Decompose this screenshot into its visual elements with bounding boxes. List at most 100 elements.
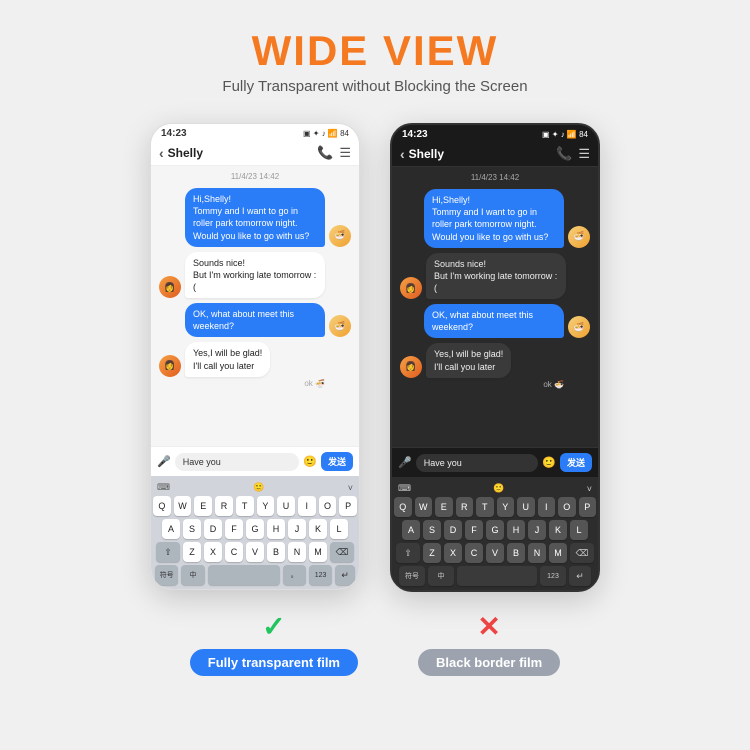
label-transparent: ✓ Fully transparent film: [190, 610, 358, 676]
key-rw[interactable]: W: [415, 497, 433, 517]
key-rb[interactable]: B: [507, 543, 525, 563]
key-rd[interactable]: D: [444, 520, 462, 540]
key-g[interactable]: G: [246, 519, 264, 539]
key-rdelete[interactable]: ⌫: [570, 543, 594, 563]
key-cn[interactable]: 中: [181, 565, 204, 585]
input-field-left[interactable]: Have you: [175, 453, 300, 471]
key-rspace[interactable]: [457, 566, 537, 586]
back-arrow-left[interactable]: ‹: [159, 145, 164, 161]
kb-icon-3[interactable]: ˅: [348, 483, 353, 493]
header-section: WIDE VIEW Fully Transparent without Bloc…: [222, 28, 527, 95]
input-bar-left: 🎤 Have you 🙂 发送: [151, 446, 359, 476]
key-f[interactable]: F: [225, 519, 243, 539]
key-rz[interactable]: Z: [423, 543, 441, 563]
key-m[interactable]: M: [309, 542, 327, 562]
key-rj[interactable]: J: [528, 520, 546, 540]
send-button-right[interactable]: 发送: [560, 453, 592, 472]
key-sym[interactable]: 符号: [155, 565, 178, 585]
avatar-left-4: 👩: [159, 355, 181, 377]
key-l[interactable]: L: [330, 519, 348, 539]
key-rv[interactable]: V: [486, 543, 504, 563]
key-ru[interactable]: U: [517, 497, 535, 517]
key-p[interactable]: P: [339, 496, 357, 516]
key-c[interactable]: C: [225, 542, 243, 562]
key-s[interactable]: S: [183, 519, 201, 539]
key-x[interactable]: X: [204, 542, 222, 562]
key-period[interactable]: 。: [283, 565, 306, 585]
kb-icon-2[interactable]: 🙂: [253, 482, 264, 493]
menu-icon-right[interactable]: ☰: [578, 146, 590, 162]
key-u[interactable]: U: [277, 496, 295, 516]
send-button-left[interactable]: 发送: [321, 452, 353, 471]
key-i[interactable]: I: [298, 496, 316, 516]
key-q[interactable]: Q: [153, 496, 171, 516]
key-ra[interactable]: A: [402, 520, 420, 540]
phone-icon-left[interactable]: 📞: [317, 145, 333, 161]
key-rk[interactable]: K: [549, 520, 567, 540]
key-rm[interactable]: M: [549, 543, 567, 563]
key-v[interactable]: V: [246, 542, 264, 562]
input-field-right[interactable]: Have you: [416, 454, 539, 472]
menu-icon-left[interactable]: ☰: [339, 145, 351, 161]
key-ry[interactable]: Y: [497, 497, 515, 517]
msg-row-4-right: 👩 Yes,I will be glad!I'll call you later: [400, 343, 590, 377]
emoji-icon-right[interactable]: 🙂: [542, 456, 556, 469]
key-renter[interactable]: ↵: [569, 566, 591, 586]
check-mark-icon: ✓: [262, 610, 285, 643]
bubble-3-right: OK, what about meet this weekend?: [424, 304, 564, 338]
key-w[interactable]: W: [174, 496, 192, 516]
key-re[interactable]: E: [435, 497, 453, 517]
key-r123[interactable]: 123: [540, 566, 566, 586]
key-ro[interactable]: O: [558, 497, 576, 517]
chat-actions-left: 📞 ☰: [317, 145, 351, 161]
key-rr[interactable]: R: [456, 497, 474, 517]
key-d[interactable]: D: [204, 519, 222, 539]
avatar-left-2: 👩: [159, 276, 181, 298]
key-rg[interactable]: G: [486, 520, 504, 540]
key-rc[interactable]: C: [465, 543, 483, 563]
key-rt[interactable]: T: [476, 497, 494, 517]
key-rs[interactable]: S: [423, 520, 441, 540]
key-a[interactable]: A: [162, 519, 180, 539]
key-y[interactable]: Y: [257, 496, 275, 516]
key-k[interactable]: K: [309, 519, 327, 539]
status-bar-right: 14:23 ▣ ✦ ♪ 📶 84: [392, 125, 598, 142]
key-enter[interactable]: ↵: [335, 565, 355, 585]
key-r[interactable]: R: [215, 496, 233, 516]
key-rq[interactable]: Q: [394, 497, 412, 517]
emoji-icon-left[interactable]: 🙂: [303, 455, 317, 468]
phone-icon-right[interactable]: 📞: [556, 146, 572, 162]
key-123[interactable]: 123: [309, 565, 332, 585]
key-b[interactable]: B: [267, 542, 285, 562]
mic-icon-left[interactable]: 🎤: [157, 455, 171, 468]
key-e[interactable]: E: [194, 496, 212, 516]
key-rl[interactable]: L: [570, 520, 588, 540]
key-rh[interactable]: H: [507, 520, 525, 540]
mic-icon-right[interactable]: 🎤: [398, 456, 412, 469]
key-space[interactable]: [208, 565, 280, 585]
key-t[interactable]: T: [236, 496, 254, 516]
key-h[interactable]: H: [267, 519, 285, 539]
kb-icon-r3[interactable]: ˅: [587, 484, 592, 494]
kb-icon-r2[interactable]: 🙂: [493, 483, 504, 494]
kb-icon-r1[interactable]: ⌨: [398, 483, 411, 494]
key-rsym[interactable]: 符号: [399, 566, 425, 586]
key-o[interactable]: O: [319, 496, 337, 516]
key-rshift[interactable]: ⇧: [396, 543, 420, 563]
chat-header-left: ‹ Shelly 📞 ☰: [151, 141, 359, 166]
key-z[interactable]: Z: [183, 542, 201, 562]
key-ri[interactable]: I: [538, 497, 556, 517]
key-delete[interactable]: ⌫: [330, 542, 354, 562]
key-rf[interactable]: F: [465, 520, 483, 540]
key-shift[interactable]: ⇧: [156, 542, 180, 562]
key-j[interactable]: J: [288, 519, 306, 539]
key-n[interactable]: N: [288, 542, 306, 562]
bottom-labels: ✓ Fully transparent film ✕ Black border …: [190, 610, 560, 676]
back-arrow-right[interactable]: ‹: [400, 146, 405, 162]
key-rp[interactable]: P: [579, 497, 597, 517]
kb-icon-1[interactable]: ⌨: [157, 482, 170, 493]
key-rx[interactable]: X: [444, 543, 462, 563]
key-rcn[interactable]: 中: [428, 566, 454, 586]
cross-mark-icon: ✕: [477, 610, 500, 643]
key-rn[interactable]: N: [528, 543, 546, 563]
